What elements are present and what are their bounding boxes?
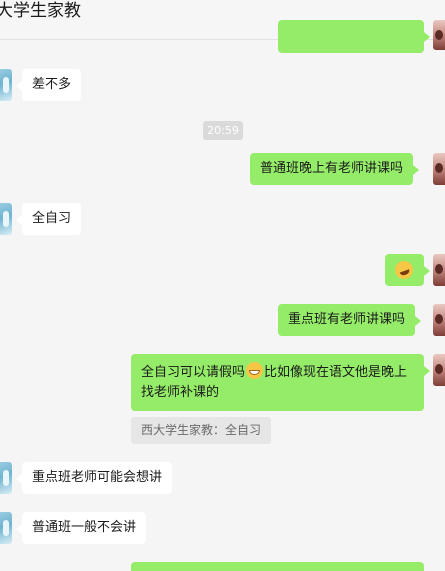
sent-emoji-message[interactable]	[385, 254, 430, 286]
message-text: 重点班有老师讲课吗	[288, 312, 406, 327]
message-text: 差不多	[32, 77, 72, 92]
contact-avatar[interactable]	[0, 512, 12, 544]
received-message[interactable]: 全自习	[15, 203, 82, 235]
message-text: 普通班一般不会讲	[32, 520, 137, 535]
message-timestamp: 20:59	[203, 121, 243, 140]
my-avatar[interactable]	[433, 153, 445, 185]
received-message[interactable]: 普通班一般不会讲	[15, 512, 147, 544]
sent-message[interactable]: 普通班晚上有老师讲课吗	[250, 153, 420, 185]
contact-avatar[interactable]	[0, 203, 12, 235]
message-text: 全自习	[32, 211, 72, 226]
message-text: 重点班老师可能会想讲	[32, 470, 163, 485]
chat-window: 大学生家教 差不多 20:59 普通班晚上有老师讲课吗 全自习 重点班有老师讲课…	[0, 0, 445, 571]
received-message[interactable]: 差不多	[15, 69, 82, 101]
received-message[interactable]: 重点班老师可能会想讲	[15, 462, 173, 494]
sent-message-partial[interactable]	[278, 20, 430, 53]
my-avatar[interactable]	[433, 254, 445, 286]
quoted-reply[interactable]: 西大学生家教：全自习	[131, 417, 272, 444]
sent-message[interactable]: 重点班有老师讲课吗	[278, 304, 422, 336]
my-avatar[interactable]	[433, 354, 445, 386]
grin-emoji-icon	[246, 362, 264, 379]
contact-avatar[interactable]	[0, 462, 12, 494]
chat-title: 大学生家教	[0, 1, 81, 21]
sent-message-multiline[interactable]: 全自习可以请假吗 比如像现在语文他是晚上找老师补课的	[131, 354, 430, 411]
message-text: 普通班晚上有老师讲课吗	[260, 161, 404, 176]
my-avatar[interactable]	[433, 304, 445, 336]
grinning-sticker-icon	[392, 258, 416, 282]
sent-message-partial[interactable]	[131, 562, 424, 571]
contact-avatar[interactable]	[0, 69, 12, 101]
my-avatar[interactable]	[433, 20, 445, 50]
message-text: 全自习可以请假吗	[141, 365, 246, 380]
